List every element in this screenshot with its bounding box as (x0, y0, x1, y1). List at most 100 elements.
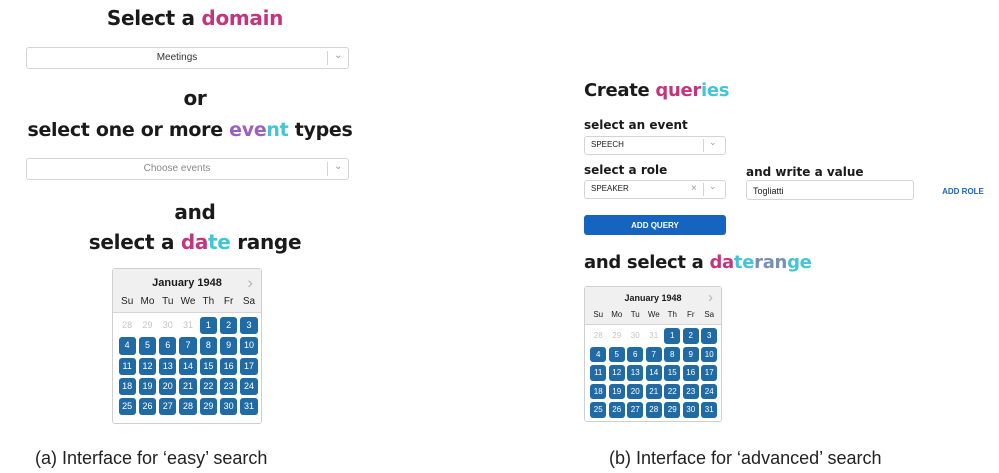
calendar-day[interactable]: 13 (627, 365, 644, 381)
calendar-day[interactable]: 7 (645, 346, 662, 363)
calendar-day[interactable]: 17 (701, 365, 718, 381)
value-label: and write a value (746, 165, 864, 179)
chevron-right-icon[interactable]: › (247, 273, 253, 293)
date-range-heading: select a date range (88, 230, 302, 254)
add-query-button[interactable]: ADD QUERY (584, 215, 726, 235)
calendar-day[interactable]: 13 (159, 357, 177, 375)
calendar-day[interactable]: 31 (240, 398, 258, 416)
domain-heading: Select a domain (106, 6, 284, 30)
calendar-weekday: We (180, 296, 196, 307)
value-input[interactable]: Togliatti (746, 180, 914, 200)
calendar-day[interactable]: 1 (199, 317, 217, 335)
calendar-day[interactable]: 14 (179, 357, 197, 375)
calendar-day-outside: 30 (630, 331, 640, 340)
calendar-day[interactable]: 16 (220, 357, 238, 375)
calendar-weekday: Tu (162, 296, 174, 307)
calendar-day[interactable]: 4 (118, 337, 136, 355)
calendar-day-outside: 28 (593, 331, 603, 340)
calendar-day[interactable]: 22 (664, 383, 681, 400)
calendar-day[interactable]: 19 (608, 383, 625, 400)
calendar-day[interactable]: 15 (664, 365, 681, 381)
chevron-down-icon[interactable]: ⌄ (334, 50, 342, 61)
calendar-day[interactable]: 9 (220, 337, 238, 355)
or-heading: or (183, 86, 207, 110)
calendar-day[interactable]: 12 (608, 365, 625, 381)
calendar-day[interactable]: 1 (664, 328, 681, 344)
calendar-day[interactable]: 10 (240, 337, 258, 355)
calendar-weekday: Mo (140, 296, 155, 307)
calendar-header: January 1948 › Su Mo Tu We Th Fr Sa (113, 269, 261, 313)
date-range-heading-advanced: and select a daterange (584, 252, 812, 273)
calendar-day[interactable]: 25 (590, 402, 607, 418)
calendar-weekday: Sa (704, 310, 715, 319)
calendar-day[interactable]: 11 (118, 357, 136, 375)
calendar-day[interactable]: 30 (220, 398, 238, 416)
calendar-weekday: Th (667, 310, 677, 319)
calendar-day[interactable]: 3 (240, 317, 258, 335)
calendar-day[interactable]: 20 (627, 383, 644, 400)
calendar-day[interactable]: 27 (627, 402, 644, 418)
calendar-day[interactable]: 17 (240, 357, 258, 375)
chevron-right-icon[interactable]: › (708, 289, 713, 306)
event-types-heading: select one or more event types (27, 119, 353, 141)
domain-select[interactable]: Meetings ⌄ (26, 47, 349, 69)
calendar-day[interactable]: 14 (645, 365, 662, 381)
calendar-weekday: Su (593, 310, 604, 319)
calendar-day[interactable]: 9 (682, 346, 699, 363)
calendar-day[interactable]: 19 (138, 377, 157, 396)
calendar-day[interactable]: 29 (664, 402, 681, 418)
calendar-day[interactable]: 27 (159, 398, 177, 416)
calendar-day[interactable]: 7 (179, 337, 197, 355)
calendar-day[interactable]: 21 (645, 383, 662, 400)
date-picker-calendar[interactable]: January 1948 › Su Mo Tu We Th Fr Sa 28 29 30 31 1 2 3 4 5… (112, 268, 262, 424)
events-select-placeholder: Choose events (143, 163, 211, 174)
role-select[interactable]: SPEAKER × ⌄ (584, 180, 726, 199)
calendar-day[interactable]: 6 (627, 346, 644, 363)
calendar-header: January 1948 › Su Mo Tu We Th Fr Sa (585, 287, 721, 325)
calendar-day[interactable]: 4 (590, 346, 607, 363)
calendar-day[interactable]: 21 (179, 377, 197, 396)
calendar-day[interactable]: 15 (199, 357, 217, 375)
calendar-day[interactable]: 11 (590, 365, 607, 381)
calendar-day[interactable]: 26 (608, 402, 625, 418)
chevron-down-icon[interactable]: ⌄ (334, 161, 342, 172)
calendar-day[interactable]: 10 (701, 346, 718, 363)
calendar-day-outside: 29 (142, 320, 153, 330)
add-role-button[interactable]: ADD ROLE (932, 182, 994, 200)
calendar-day[interactable]: 25 (118, 398, 136, 416)
calendar-day[interactable]: 8 (664, 346, 681, 363)
select-separator (327, 162, 328, 176)
date-picker-calendar-advanced[interactable]: January 1948 › Su Mo Tu We Th Fr Sa 28 29 30 31 1 2 3 4 5… (584, 286, 722, 422)
calendar-day[interactable]: 23 (682, 383, 699, 400)
calendar-day[interactable]: 28 (645, 402, 662, 418)
calendar-day[interactable]: 5 (138, 337, 157, 355)
calendar-weekday: We (647, 310, 660, 319)
calendar-day[interactable]: 12 (138, 357, 157, 375)
calendar-day[interactable]: 20 (159, 377, 177, 396)
calendar-day[interactable]: 22 (199, 377, 217, 396)
calendar-day[interactable]: 24 (240, 377, 258, 396)
clear-icon[interactable]: × (691, 183, 697, 194)
event-select[interactable]: SPEECH ⌄ (584, 136, 726, 155)
calendar-day[interactable]: 8 (199, 337, 217, 355)
calendar-day[interactable]: 26 (138, 398, 157, 416)
calendar-day[interactable]: 28 (179, 398, 197, 416)
calendar-day[interactable]: 5 (608, 346, 625, 363)
calendar-weekday: Fr (686, 310, 695, 319)
calendar-day[interactable]: 29 (199, 398, 217, 416)
calendar-day[interactable]: 31 (701, 402, 718, 418)
chevron-down-icon[interactable]: ⌄ (709, 137, 717, 148)
calendar-day[interactable]: 6 (159, 337, 177, 355)
calendar-day[interactable]: 16 (682, 365, 699, 381)
events-select[interactable]: Choose events ⌄ (26, 158, 349, 180)
calendar-day[interactable]: 2 (682, 328, 699, 344)
and-heading: and (174, 200, 216, 224)
calendar-day[interactable]: 2 (220, 317, 238, 335)
calendar-day[interactable]: 23 (220, 377, 238, 396)
calendar-day[interactable]: 18 (590, 383, 607, 400)
calendar-day[interactable]: 30 (682, 402, 699, 418)
calendar-day[interactable]: 24 (701, 383, 718, 400)
calendar-day[interactable]: 3 (701, 328, 718, 344)
calendar-day[interactable]: 18 (118, 377, 136, 396)
chevron-down-icon[interactable]: ⌄ (709, 181, 717, 192)
